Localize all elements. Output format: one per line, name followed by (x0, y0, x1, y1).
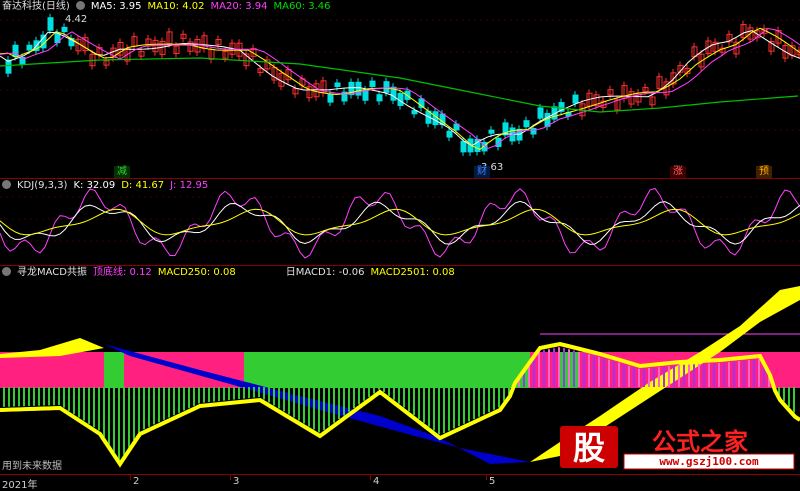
future-data-note: 用到未来数据 (2, 461, 62, 472)
kdj-panel[interactable]: KDJ(9,3,3) K: 32.09 D: 41.67 J: 12.95 (0, 179, 800, 265)
macd-settings-icon[interactable] (2, 267, 11, 276)
kdj-settings-icon[interactable] (2, 180, 11, 189)
candle-body (12, 44, 19, 57)
price-title: 奋达科技(日线) (2, 1, 70, 12)
site-watermark: 股 公式之家 www.gszj100.com (560, 424, 795, 470)
kdj-title: KDJ(9,3,3) (17, 180, 68, 191)
macd-header: 寻龙MACD共振 顶底线: 0.12 MACD250: 0.08 日MACD1: -0… (2, 266, 461, 280)
kdj-d-line (0, 208, 800, 236)
daily-macd1-value: 日MACD1: -0.06 (285, 267, 365, 278)
time-axis: 2021年 2 3 4 5 (0, 474, 800, 491)
axis-label-may: 5 (489, 476, 496, 487)
event-marker-reduce[interactable]: 减 (114, 166, 130, 178)
watermark-big-char: 股 (573, 429, 605, 467)
macd-top-line-value: 顶底线: 0.12 (92, 267, 152, 278)
candle-body (376, 94, 383, 102)
kdj-d-value: D: 41.67 (121, 180, 165, 191)
candle-body (460, 140, 467, 153)
price-header: 奋达科技(日线) MA5: 3.95 MA10: 4.02 MA20: 3.94 MA6… (2, 0, 337, 14)
candle-body (537, 107, 544, 119)
event-marker-forecast[interactable]: 预 (756, 166, 772, 178)
candle-body (26, 44, 33, 51)
candlestick-chart[interactable] (0, 0, 800, 178)
candle-body (47, 17, 54, 31)
watermark-graphic: 股 公式之家 www.gszj100.com (560, 426, 795, 470)
event-marker-finance[interactable]: 财 (474, 166, 490, 178)
high-price-label: 4.42 (65, 14, 88, 25)
kdj-header: KDJ(9,3,3) K: 32.09 D: 41.67 J: 12.95 (2, 179, 214, 193)
watermark-url: www.gszj100.com (659, 455, 759, 468)
kdj-k-value: K: 32.09 (73, 180, 116, 191)
candle-body (523, 120, 530, 128)
daily-macd2501-value: MACD2501: 0.08 (370, 267, 455, 278)
candle-body (5, 59, 12, 74)
ma10-value: MA10: 4.02 (147, 1, 205, 12)
candle-body (530, 127, 537, 135)
axis-label-feb: 2 (133, 476, 140, 487)
watermark-title: 公式之家 (652, 428, 748, 456)
kdj-j-line (0, 187, 800, 259)
ma20-value: MA20: 3.94 (210, 1, 268, 12)
ma60-value: MA60: 3.46 (273, 1, 331, 12)
ma5-value: MA5: 3.95 (90, 1, 142, 12)
candle-body (61, 26, 68, 33)
candle-body (488, 129, 495, 134)
kdj-j-value: J: 12.95 (170, 180, 209, 191)
kdj-k-line (0, 200, 800, 245)
candle-body (572, 94, 579, 104)
candle-body (369, 80, 376, 88)
axis-label-apr: 4 (373, 476, 380, 487)
axis-label-year: 2021年 (2, 480, 38, 491)
resonance-band (104, 352, 124, 388)
axis-tick (370, 475, 371, 480)
event-marker-rise[interactable]: 涨 (670, 166, 686, 178)
candle-body (327, 93, 334, 103)
macd250-value: MACD250: 0.08 (157, 267, 236, 278)
candle-body (446, 130, 453, 138)
price-panel[interactable]: 奋达科技(日线) MA5: 3.95 MA10: 4.02 MA20: 3.94 MA6… (0, 0, 800, 178)
axis-label-mar: 3 (233, 476, 240, 487)
axis-tick (130, 475, 131, 480)
candle-body (334, 82, 341, 87)
macd-title: 寻龙MACD共振 (17, 267, 87, 278)
resonance-band (244, 352, 530, 388)
axis-tick (486, 475, 487, 480)
candle-body (383, 81, 390, 93)
settings-icon[interactable] (75, 1, 85, 10)
axis-tick (230, 475, 231, 480)
